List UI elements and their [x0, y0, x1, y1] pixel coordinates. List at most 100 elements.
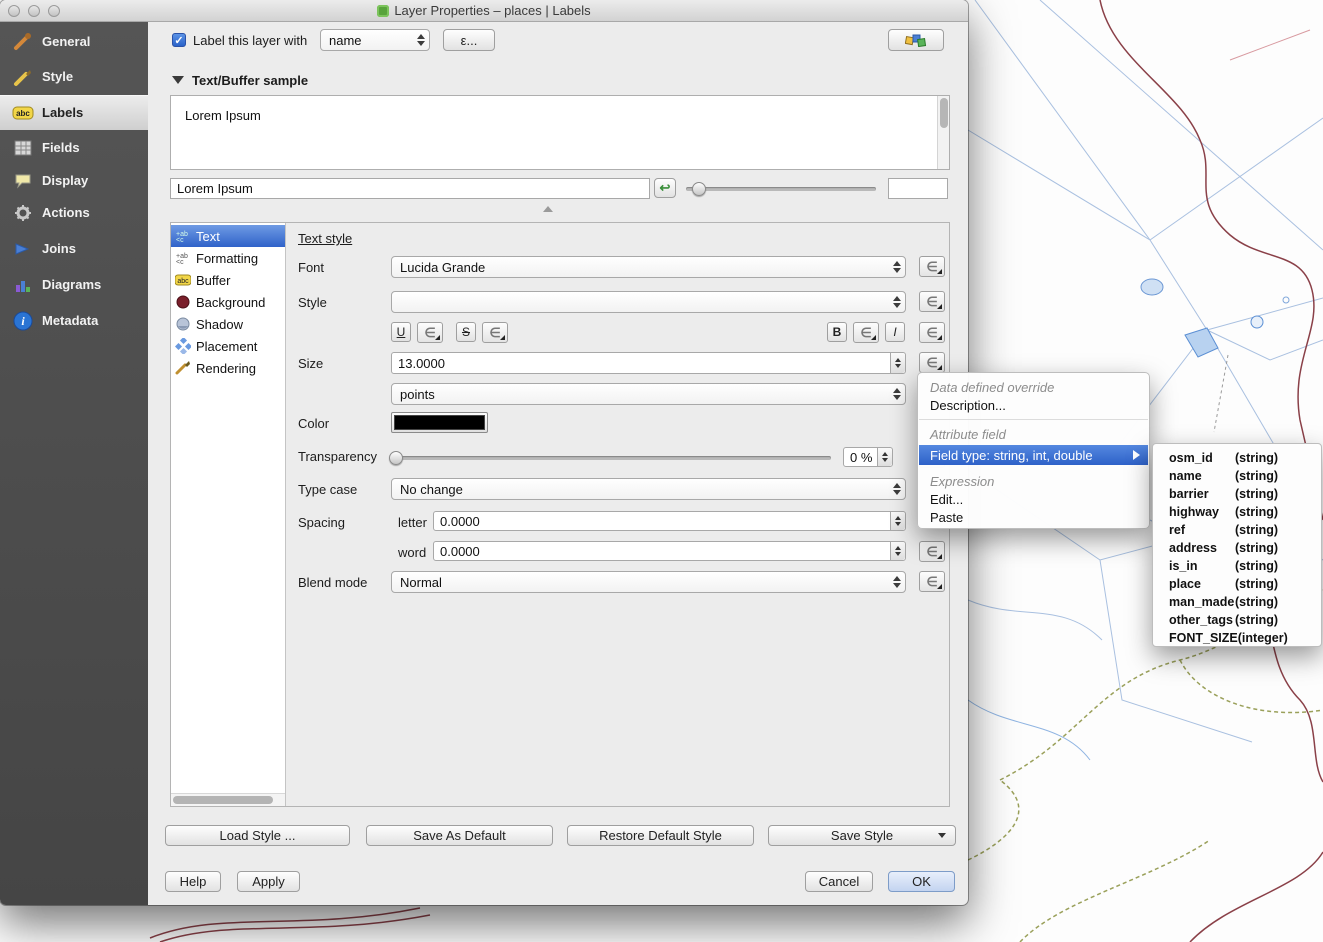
field-item-name[interactable]: name(string): [1169, 467, 1313, 485]
tab-label: Shadow: [196, 317, 243, 332]
preview-scrollbar[interactable]: [937, 96, 949, 169]
color-swatch-button[interactable]: [391, 412, 488, 433]
bold-override-button[interactable]: ∈: [853, 322, 879, 343]
size-value: 13.0000: [398, 356, 445, 371]
field-item-osm-id[interactable]: osm_id(string): [1169, 449, 1313, 467]
sidebar-item-labels[interactable]: abc Labels: [0, 95, 148, 130]
reset-sample-button[interactable]: ↩: [654, 178, 676, 198]
field-item-highway[interactable]: highway(string): [1169, 503, 1313, 521]
sample-section-title: Text/Buffer sample: [192, 73, 308, 88]
label-layer-checkbox[interactable]: ✓: [172, 33, 186, 47]
underline-override-button[interactable]: ∈: [417, 322, 443, 343]
field-item-man-made[interactable]: man_made(string): [1169, 593, 1313, 611]
sidebar-item-fields[interactable]: Fields: [0, 130, 148, 165]
transparency-slider[interactable]: [391, 456, 831, 460]
tab-placement[interactable]: Placement: [171, 335, 285, 357]
field-item-place[interactable]: place(string): [1169, 575, 1313, 593]
style-override-button[interactable]: ∈: [919, 291, 945, 312]
spacing-word-spinbox[interactable]: 0.0000: [433, 541, 906, 561]
sample-text-input[interactable]: [170, 178, 650, 199]
menu-item-field-type[interactable]: Field type: string, int, double: [919, 445, 1148, 465]
sidebar-item-display[interactable]: Display: [0, 163, 148, 198]
tab-buffer[interactable]: abc Buffer: [171, 269, 285, 291]
field-item-font-size[interactable]: FONT_SIZE(integer): [1169, 629, 1313, 647]
menu-item-paste[interactable]: Paste: [930, 510, 963, 525]
font-combo[interactable]: Lucida Grande: [391, 256, 906, 278]
field-item-ref[interactable]: ref(string): [1169, 521, 1313, 539]
cancel-button[interactable]: Cancel: [805, 871, 873, 892]
strikeout-button[interactable]: S: [456, 322, 476, 342]
restore-default-style-button[interactable]: Restore Default Style: [567, 825, 754, 846]
size-spinbox[interactable]: 13.0000: [391, 352, 906, 374]
spacing-letter-stepper[interactable]: [890, 512, 905, 530]
italic-override-button[interactable]: ∈: [919, 322, 945, 343]
spacing-letter-spinbox[interactable]: 0.0000: [433, 511, 906, 531]
font-override-button[interactable]: ∈: [919, 256, 945, 277]
sidebar-item-label: Joins: [42, 241, 76, 256]
italic-button[interactable]: I: [885, 322, 905, 342]
transparency-stepper[interactable]: [877, 448, 892, 466]
menu-separator: [919, 419, 1148, 420]
spacing-word-stepper[interactable]: [890, 542, 905, 560]
menu-item-edit[interactable]: Edit...: [930, 492, 963, 507]
style-combo[interactable]: [391, 291, 906, 313]
ok-button[interactable]: OK: [888, 871, 955, 892]
engine-settings-button[interactable]: [888, 29, 944, 51]
menu-item-description[interactable]: Description...: [930, 398, 1006, 413]
expression-button[interactable]: ε...: [443, 29, 495, 51]
font-label: Font: [298, 260, 324, 275]
strikeout-override-button[interactable]: ∈: [482, 322, 508, 343]
spacing-word-label: word: [398, 545, 426, 560]
tab-rendering[interactable]: Rendering: [171, 357, 285, 379]
field-item-address[interactable]: address(string): [1169, 539, 1313, 557]
sidebar-item-diagrams[interactable]: Diagrams: [0, 267, 148, 302]
disclosure-triangle-icon[interactable]: [172, 76, 184, 84]
window-title: Layer Properties – places | Labels: [0, 3, 968, 18]
field-item-other-tags[interactable]: other_tags(string): [1169, 611, 1313, 629]
gear-icon: [12, 202, 34, 224]
tab-background[interactable]: Background: [171, 291, 285, 313]
slider-handle[interactable]: [692, 182, 706, 196]
sample-size-slider[interactable]: [686, 187, 876, 191]
sample-size-box[interactable]: [888, 178, 948, 199]
sidebar-item-style[interactable]: Style: [0, 59, 148, 94]
save-as-default-button[interactable]: Save As Default: [366, 825, 553, 846]
underline-button[interactable]: U: [391, 322, 411, 342]
transparency-label: Transparency: [298, 449, 377, 464]
load-style-button[interactable]: Load Style ...: [165, 825, 350, 846]
dropdown-arrow-icon: [938, 833, 946, 838]
sidebar-item-label: Labels: [42, 105, 83, 120]
transparency-slider-handle[interactable]: [389, 451, 403, 465]
tabs-list-scrollbar[interactable]: [171, 793, 285, 806]
field-item-is-in[interactable]: is_in(string): [1169, 557, 1313, 575]
sidebar-item-label: Metadata: [42, 313, 98, 328]
tab-formatting[interactable]: +ab<c Formatting: [171, 247, 285, 269]
sidebar-item-general[interactable]: General: [0, 24, 148, 59]
sidebar-item-metadata[interactable]: i Metadata: [0, 303, 148, 338]
tab-label: Buffer: [196, 273, 230, 288]
type-case-combo[interactable]: No change: [391, 478, 906, 500]
help-button[interactable]: Help: [165, 871, 221, 892]
sidebar-item-actions[interactable]: Actions: [0, 195, 148, 230]
sidebar-item-joins[interactable]: Joins: [0, 231, 148, 266]
blend-mode-value: Normal: [400, 575, 442, 590]
size-units-combo[interactable]: points: [391, 383, 906, 405]
spacing-word-override-button[interactable]: ∈: [919, 541, 945, 562]
blend-mode-override-button[interactable]: ∈: [919, 571, 945, 592]
spacing-label: Spacing: [298, 515, 345, 530]
transparency-spinbox[interactable]: 0 %: [843, 447, 893, 467]
titlebar[interactable]: Layer Properties – places | Labels: [0, 0, 968, 22]
label-field-combo[interactable]: name: [320, 29, 430, 51]
save-style-button[interactable]: Save Style: [768, 825, 956, 846]
bold-button[interactable]: B: [827, 322, 847, 342]
tab-shadow[interactable]: Shadow: [171, 313, 285, 335]
splitter-handle[interactable]: [543, 206, 553, 212]
size-override-button[interactable]: ∈: [919, 352, 945, 373]
submenu-arrow-icon: [1133, 450, 1140, 460]
apply-button[interactable]: Apply: [237, 871, 300, 892]
blend-mode-combo[interactable]: Normal: [391, 571, 906, 593]
field-item-barrier[interactable]: barrier(string): [1169, 485, 1313, 503]
spacing-word-value: 0.0000: [440, 544, 480, 559]
size-stepper[interactable]: [890, 353, 905, 373]
tab-text[interactable]: +ab<c Text: [171, 225, 285, 247]
